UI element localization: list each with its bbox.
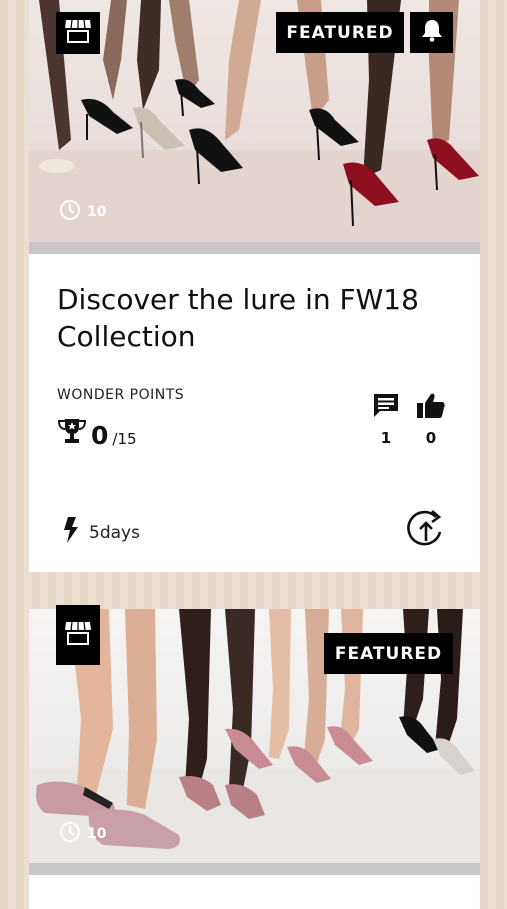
comment-count: 1 <box>380 429 392 447</box>
post-timer: 10 <box>59 821 106 847</box>
wonder-points: 0 /15 <box>57 418 137 449</box>
like-count: 0 <box>425 429 437 447</box>
featured-badge: FEATURED <box>276 12 404 53</box>
store-icon <box>64 620 92 651</box>
post-title[interactable]: Discover the lure in FW18 Collection <box>57 281 467 355</box>
store-badge[interactable] <box>56 12 100 54</box>
post-duration: 5days <box>63 516 140 549</box>
clock-icon <box>59 199 81 225</box>
store-badge[interactable] <box>56 605 100 665</box>
flash-icon <box>63 516 79 549</box>
timer-value: 10 <box>87 204 107 220</box>
wonder-points-total: /15 <box>112 430 137 448</box>
featured-badge: FEATURED <box>324 633 453 674</box>
post-card[interactable]: FEATURED 10 <box>29 605 480 909</box>
duration-value: 5days <box>89 522 140 543</box>
image-divider <box>29 242 480 254</box>
trophy-icon <box>57 418 87 449</box>
timer-value: 10 <box>87 826 107 842</box>
share-icon <box>406 508 446 555</box>
share-button[interactable] <box>406 508 446 555</box>
comment-icon <box>372 394 400 424</box>
thumbs-up-icon <box>416 393 446 424</box>
wonder-points-label: WONDER POINTS <box>57 387 185 403</box>
comments-button[interactable]: 1 <box>369 392 403 447</box>
image-divider <box>29 863 480 875</box>
like-button[interactable]: 0 <box>414 392 448 447</box>
post-card[interactable]: FEATURED 10 Discover the lure in FW18 Co… <box>29 0 480 572</box>
bell-icon <box>421 18 443 47</box>
post-timer: 10 <box>59 199 106 225</box>
wonder-points-current: 0 <box>91 421 109 450</box>
notification-button[interactable] <box>410 12 453 53</box>
store-icon <box>64 18 92 49</box>
clock-icon <box>59 821 81 847</box>
